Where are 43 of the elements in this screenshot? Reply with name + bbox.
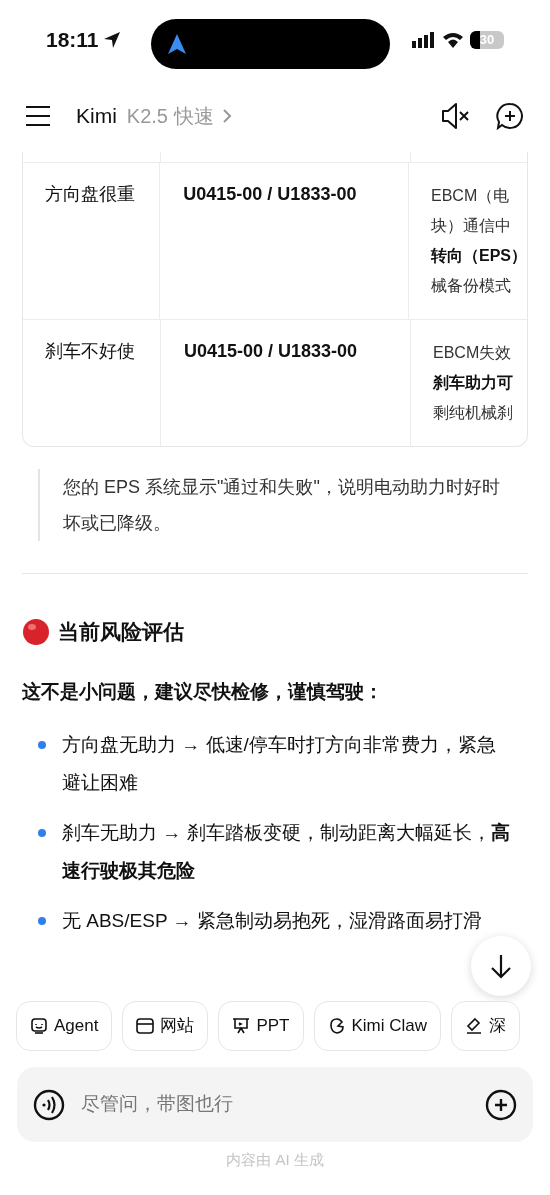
shortcut-chip[interactable]: 网站 [122, 1001, 209, 1051]
scroll-down-button[interactable] [471, 936, 531, 996]
wifi-icon [442, 32, 464, 48]
table-cell: 方向盘很重 [45, 184, 135, 204]
bullet-text: 刹车无助力 → 刹车踏板变硬，制动距离大幅延长，高速行驶极其危险 [62, 821, 510, 883]
table-cell-text: EBCM失效 [433, 343, 513, 363]
circle-emoji-icon [22, 617, 50, 646]
signal-icon [412, 32, 436, 48]
robot-face-icon [30, 1017, 48, 1035]
shortcut-chip[interactable]: Agent [16, 1001, 113, 1051]
quote-text: 您的 EPS 系统显示"通过和失败"，说明电动助力时好时坏或已降级。 [63, 476, 501, 535]
browser-window-icon [136, 1017, 155, 1035]
status-time: 18:11 [46, 27, 99, 54]
new-chat-icon[interactable] [496, 102, 524, 130]
mute-icon[interactable] [440, 102, 470, 130]
message-input[interactable]: 尽管问，带图也行 [81, 1090, 485, 1119]
add-icon[interactable] [485, 1088, 517, 1121]
arrow-down-icon [490, 953, 512, 979]
app-title: Kimi [76, 103, 117, 130]
table-cell-text: EBCM（电 [431, 186, 511, 206]
navigation-arrow-icon [168, 34, 186, 54]
table-cell-text: 块）通信中 [431, 216, 512, 236]
voice-icon[interactable] [33, 1088, 65, 1121]
table-cell-text: 转向（EPS） [431, 246, 527, 266]
shortcut-chip[interactable]: Kimi Claw [313, 1001, 442, 1051]
lead-text: 这不是小问题，建议尽快检修，谨慎驾驶： [22, 679, 384, 704]
shortcut-chip[interactable]: 深 [451, 1001, 521, 1051]
table-cell: U0415-00 / U1833-00 [183, 184, 357, 204]
shortcut-chip[interactable]: PPT [218, 1001, 304, 1051]
table-cell: 刹车不好使 [45, 341, 135, 361]
section-heading: 当前风险评估 [58, 619, 184, 645]
table-cell-text: 械备份模式 [431, 276, 512, 296]
presentation-icon [232, 1017, 251, 1035]
ai-disclaimer: 内容由 AI 生成 [225, 1150, 325, 1170]
table-cell-text: 刹车助力可 [433, 373, 514, 393]
chat-input-field[interactable]: 尽管问，带图也行 [17, 1067, 533, 1142]
table-cell: U0415-00 / U1833-00 [184, 341, 358, 361]
bullet-text: 无 ABS/ESP → 紧急制动易抱死，湿滑路面易打滑 [62, 909, 483, 933]
table-cell-text: 剩纯机械刹 [433, 403, 514, 423]
menu-icon[interactable] [26, 106, 50, 126]
bullet-text: 方向盘无助力 → 低速/停车时打方向非常费力，紧急避让困难 [62, 733, 497, 795]
chevron-right-icon[interactable] [221, 108, 232, 124]
location-arrow-icon [102, 31, 121, 49]
